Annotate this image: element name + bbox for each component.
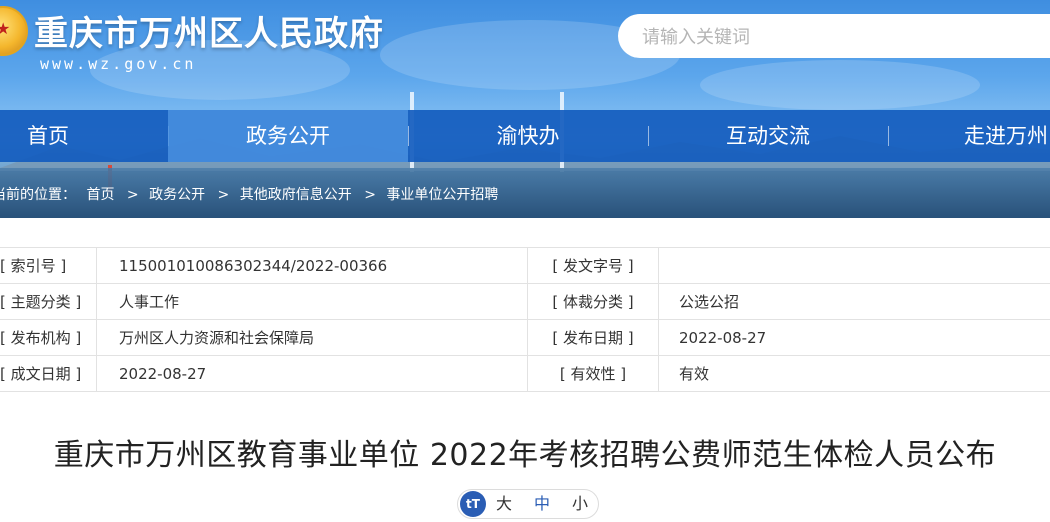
breadcrumb-separator: > — [364, 187, 376, 203]
banner-cloud — [700, 60, 980, 110]
index-number-label: [ 索引号 ] — [0, 247, 97, 284]
validity-value: 有效 — [658, 355, 1050, 392]
nav-item-interaction[interactable]: 互动交流 — [648, 110, 888, 162]
publish-date-label: [ 发布日期 ] — [527, 319, 659, 356]
document-number-label: [ 发文字号 ] — [527, 247, 659, 284]
main-nav: 首页 政务公开 渝快办 互动交流 走进万州 — [0, 110, 1050, 162]
breadcrumb-link-recruitment[interactable]: 事业单位公开招聘 — [386, 187, 498, 203]
breadcrumb-separator: > — [126, 187, 139, 203]
table-row: [ 发布机构 ] 万州区人力资源和社会保障局 [ 发布日期 ] 2022-08-… — [0, 319, 1050, 356]
index-number-value: 115001010086302344/2022-00366 — [96, 247, 528, 284]
topic-category-value: 人事工作 — [96, 283, 528, 320]
emblem-star: ★ — [0, 19, 11, 38]
article-title: 重庆市万州区教育事业单位 2022年考核招聘公费师范生体检人员公布 — [53, 438, 997, 473]
font-size-large-button[interactable]: 大 — [496, 490, 512, 518]
nav-item-yu-kuai-ban[interactable]: 渝快办 — [408, 110, 648, 162]
genre-category-label: [ 体裁分类 ] — [527, 283, 659, 320]
breadcrumb-separator: > — [217, 187, 230, 203]
publish-date-value: 2022-08-27 — [658, 319, 1050, 356]
written-date-value: 2022-08-27 — [96, 355, 528, 392]
table-row: [ 索引号 ] 115001010086302344/2022-00366 [ … — [0, 247, 1050, 284]
written-date-label: [ 成文日期 ] — [0, 355, 97, 392]
font-size-icon: tT — [460, 491, 486, 517]
table-row: [ 主题分类 ] 人事工作 [ 体裁分类 ] 公选公招 — [0, 283, 1050, 320]
validity-label: [ 有效性 ] — [527, 355, 659, 392]
topic-category-label: [ 主题分类 ] — [0, 283, 97, 320]
search-input[interactable] — [640, 14, 1034, 60]
font-size-medium-button[interactable]: 中 — [534, 490, 550, 518]
publisher-label: [ 发布机构 ] — [0, 319, 97, 356]
breadcrumb-prefix: 当前的位置： — [0, 187, 76, 203]
site-domain: www.wz.gov.cn — [40, 55, 197, 73]
breadcrumb-link-government-affairs[interactable]: 政务公开 — [149, 187, 205, 203]
search-box[interactable] — [618, 14, 1050, 60]
publisher-value: 万州区人力资源和社会保障局 — [96, 319, 528, 356]
nav-item-government-affairs[interactable]: 政务公开 — [168, 110, 408, 162]
table-row: [ 成文日期 ] 2022-08-27 [ 有效性 ] 有效 — [0, 355, 1050, 392]
document-metadata-table: [ 索引号 ] 115001010086302344/2022-00366 [ … — [0, 247, 1050, 392]
breadcrumb: 当前的位置： 首页 > 政务公开 > 其他政府信息公开 > 事业单位公开招聘 — [0, 184, 498, 206]
breadcrumb-link-other-info[interactable]: 其他政府信息公开 — [240, 187, 352, 203]
breadcrumb-link-home[interactable]: 首页 — [86, 187, 114, 203]
header-banner: ★ 重庆市万州区人民政府 www.wz.gov.cn 首页 政务公开 渝快办 互… — [0, 0, 1050, 218]
genre-category-value: 公选公招 — [658, 283, 1050, 320]
font-size-small-button[interactable]: 小 — [572, 490, 588, 518]
nav-item-about-wanzhou[interactable]: 走进万州 — [888, 110, 1050, 162]
national-emblem-icon: ★ — [0, 6, 28, 56]
nav-item-home[interactable]: 首页 — [0, 110, 168, 162]
font-size-switch: tT 大 中 小 — [457, 489, 599, 519]
site-title[interactable]: 重庆市万州区人民政府 — [34, 6, 384, 55]
document-number-value — [658, 247, 1050, 284]
